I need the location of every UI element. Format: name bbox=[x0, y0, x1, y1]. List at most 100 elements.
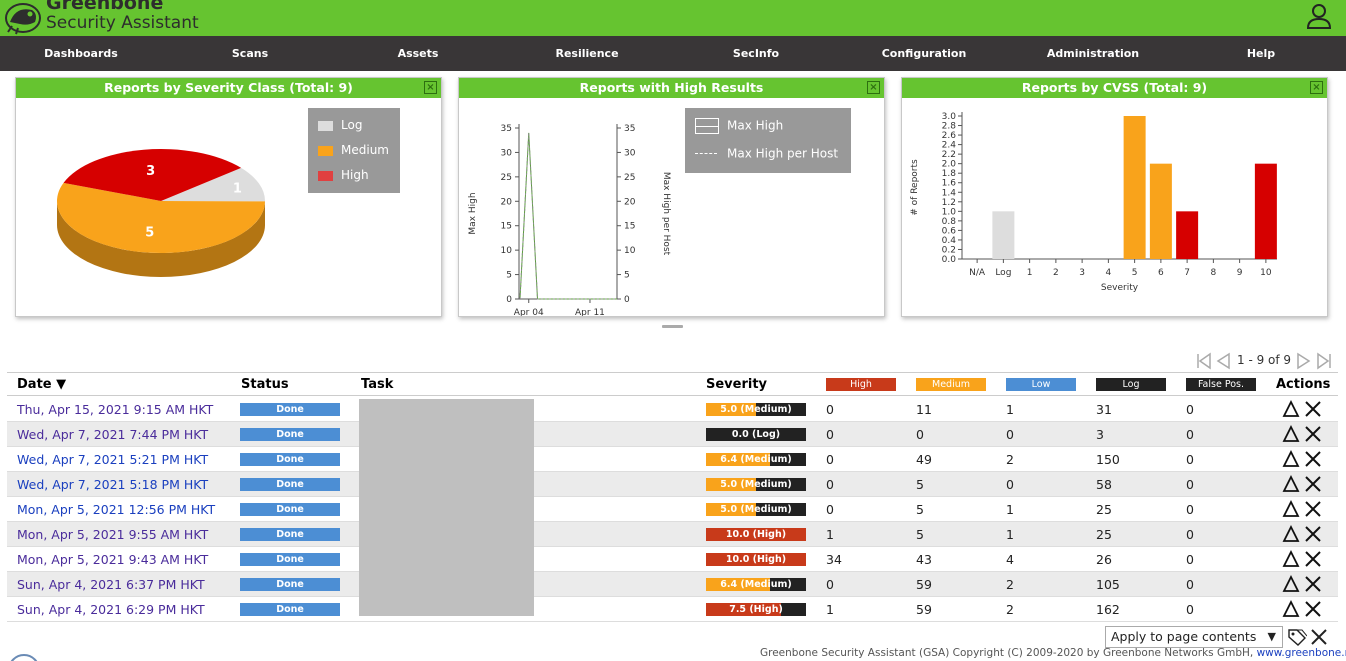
report-date-link[interactable]: Mon, Apr 5, 2021 12:56 PM HKT bbox=[17, 502, 215, 517]
count-low: 1 bbox=[1006, 502, 1014, 517]
legend-item-log: Log bbox=[318, 118, 362, 132]
panel-title-severity-class[interactable]: Reports by Severity Class (Total: 9) × bbox=[16, 78, 441, 98]
legend-item-high: High bbox=[318, 168, 369, 182]
count-low: 0 bbox=[1006, 427, 1014, 442]
panel-close-icon[interactable]: × bbox=[867, 81, 880, 94]
count-medium: 11 bbox=[916, 402, 932, 417]
table-row[interactable]: Mon, Apr 5, 2021 9:43 AM HKT Done 10.0 (Hi… bbox=[7, 547, 1338, 572]
bar-x-tick-label: 4 bbox=[1106, 268, 1112, 278]
report-date-link[interactable]: Wed, Apr 7, 2021 7:44 PM HKT bbox=[17, 427, 208, 442]
footer-link[interactable]: www.greenbone.net bbox=[1257, 647, 1346, 659]
delete-report-icon[interactable] bbox=[1303, 599, 1323, 619]
nav-secinfo[interactable]: SecInfo bbox=[733, 36, 779, 71]
count-false-pos: 0 bbox=[1186, 602, 1194, 617]
footer-copyright-text: Greenbone Security Assistant (GSA) Copyr… bbox=[760, 647, 1257, 659]
table-row[interactable]: Mon, Apr 5, 2021 9:55 AM HKT Done 10.0 (Hi… bbox=[7, 522, 1338, 547]
delete-all-icon[interactable] bbox=[1310, 628, 1328, 646]
count-medium: 59 bbox=[916, 577, 932, 592]
nav-configuration[interactable]: Configuration bbox=[882, 36, 967, 71]
legend-swatch bbox=[318, 170, 333, 181]
line-y2-tick-label: 25 bbox=[624, 173, 635, 183]
delete-report-icon[interactable] bbox=[1303, 574, 1323, 594]
line-y2-tick-label: 30 bbox=[624, 148, 636, 158]
table-row[interactable]: Mon, Apr 5, 2021 12:56 PM HKT Done 5.0 (Me… bbox=[7, 497, 1338, 522]
delta-report-icon[interactable] bbox=[1281, 424, 1301, 444]
col-log[interactable]: Log bbox=[1096, 378, 1166, 391]
nav-help[interactable]: Help bbox=[1247, 36, 1275, 71]
panel-close-icon[interactable]: × bbox=[1310, 81, 1323, 94]
col-medium[interactable]: Medium bbox=[916, 378, 986, 391]
count-low: 2 bbox=[1006, 452, 1014, 467]
delta-report-icon[interactable] bbox=[1281, 399, 1301, 419]
delete-report-icon[interactable] bbox=[1303, 399, 1323, 419]
count-false-pos: 0 bbox=[1186, 527, 1194, 542]
panel-title-cvss[interactable]: Reports by CVSS (Total: 9) × bbox=[902, 78, 1327, 98]
bar-6 bbox=[1149, 163, 1172, 259]
nav-dashboards[interactable]: Dashboards bbox=[44, 36, 118, 71]
table-row[interactable]: Sun, Apr 4, 2021 6:37 PM HKT Done 6.4 (Med… bbox=[7, 572, 1338, 597]
dashboard-resize-handle[interactable] bbox=[662, 325, 683, 328]
legend-label: Log bbox=[341, 118, 363, 132]
delta-report-icon[interactable] bbox=[1281, 549, 1301, 569]
panel-title-high-results[interactable]: Reports with High Results × bbox=[459, 78, 884, 98]
delete-report-icon[interactable] bbox=[1303, 474, 1323, 494]
delta-report-icon[interactable] bbox=[1281, 599, 1301, 619]
nav-administration[interactable]: Administration bbox=[1047, 36, 1139, 71]
report-date-link[interactable]: Mon, Apr 5, 2021 9:43 AM HKT bbox=[17, 552, 208, 567]
legend-item-max-high: Max High bbox=[695, 118, 783, 134]
brand-title[interactable]: Greenbone Security Assistant bbox=[46, 0, 199, 32]
bar-y-tick-label: 2.0 bbox=[942, 160, 957, 170]
delta-report-icon[interactable] bbox=[1281, 499, 1301, 519]
tag-icon[interactable] bbox=[1287, 628, 1307, 646]
delta-report-icon[interactable] bbox=[1281, 524, 1301, 544]
nav-assets[interactable]: Assets bbox=[398, 36, 439, 71]
user-menu-icon[interactable] bbox=[1305, 2, 1333, 30]
col-actions: Actions bbox=[1276, 377, 1331, 392]
severity-bar-text: 10.0 (High) bbox=[725, 554, 787, 565]
report-date-link[interactable]: Mon, Apr 5, 2021 9:55 AM HKT bbox=[17, 527, 208, 542]
delete-report-icon[interactable] bbox=[1303, 524, 1323, 544]
count-log: 26 bbox=[1096, 552, 1112, 567]
nav-resilience[interactable]: Resilience bbox=[555, 36, 618, 71]
table-row[interactable]: Wed, Apr 7, 2021 5:18 PM HKT Done 5.0 (Med… bbox=[7, 472, 1338, 497]
apply-to-select[interactable]: Apply to page contents ▼ bbox=[1105, 626, 1283, 648]
panel-close-icon[interactable]: × bbox=[424, 81, 437, 94]
previous-page-icon[interactable] bbox=[1215, 352, 1231, 370]
delta-report-icon[interactable] bbox=[1281, 574, 1301, 594]
delete-report-icon[interactable] bbox=[1303, 549, 1323, 569]
delta-report-icon[interactable] bbox=[1281, 474, 1301, 494]
greenbone-logo-icon[interactable] bbox=[2, 0, 44, 36]
report-date-link[interactable]: Thu, Apr 15, 2021 9:15 AM HKT bbox=[17, 402, 213, 417]
col-false-pos[interactable]: False Pos. bbox=[1186, 378, 1256, 391]
col-severity[interactable]: Severity bbox=[706, 377, 767, 392]
delta-report-icon[interactable] bbox=[1281, 449, 1301, 469]
col-date[interactable]: Date ▼ bbox=[17, 377, 66, 392]
task-names-redacted bbox=[359, 399, 534, 616]
bar-y-tick-label: 0.0 bbox=[942, 255, 957, 265]
table-row[interactable]: Wed, Apr 7, 2021 7:44 PM HKT Done 0.0 (Log… bbox=[7, 422, 1338, 447]
severity-bar: 6.4 (Medium) bbox=[706, 453, 806, 466]
col-high[interactable]: High bbox=[826, 378, 896, 391]
col-status[interactable]: Status bbox=[241, 377, 289, 392]
count-medium: 5 bbox=[916, 527, 924, 542]
delete-report-icon[interactable] bbox=[1303, 424, 1323, 444]
table-row[interactable]: Sun, Apr 4, 2021 6:29 PM HKT Done 7.5 (Hig… bbox=[7, 597, 1338, 622]
chevron-down-icon: ▼ bbox=[1267, 630, 1276, 643]
next-page-icon[interactable] bbox=[1296, 352, 1312, 370]
col-task[interactable]: Task bbox=[361, 377, 393, 392]
table-row[interactable]: Wed, Apr 7, 2021 5:21 PM HKT Done 6.4 (Med… bbox=[7, 447, 1338, 472]
last-page-icon[interactable] bbox=[1316, 352, 1332, 370]
delete-report-icon[interactable] bbox=[1303, 449, 1323, 469]
first-page-icon[interactable] bbox=[1196, 352, 1212, 370]
report-date-link[interactable]: Sun, Apr 4, 2021 6:37 PM HKT bbox=[17, 577, 205, 592]
count-false-pos: 0 bbox=[1186, 477, 1194, 492]
delete-report-icon[interactable] bbox=[1303, 499, 1323, 519]
col-low[interactable]: Low bbox=[1006, 378, 1076, 391]
count-log: 58 bbox=[1096, 477, 1112, 492]
report-date-link[interactable]: Wed, Apr 7, 2021 5:21 PM HKT bbox=[17, 452, 208, 467]
bar-y-tick-label: 3.0 bbox=[942, 112, 957, 122]
nav-scans[interactable]: Scans bbox=[232, 36, 268, 71]
report-date-link[interactable]: Wed, Apr 7, 2021 5:18 PM HKT bbox=[17, 477, 208, 492]
table-row[interactable]: Thu, Apr 15, 2021 9:15 AM HKT Done 5.0 (Me… bbox=[7, 397, 1338, 422]
report-date-link[interactable]: Sun, Apr 4, 2021 6:29 PM HKT bbox=[17, 602, 205, 617]
